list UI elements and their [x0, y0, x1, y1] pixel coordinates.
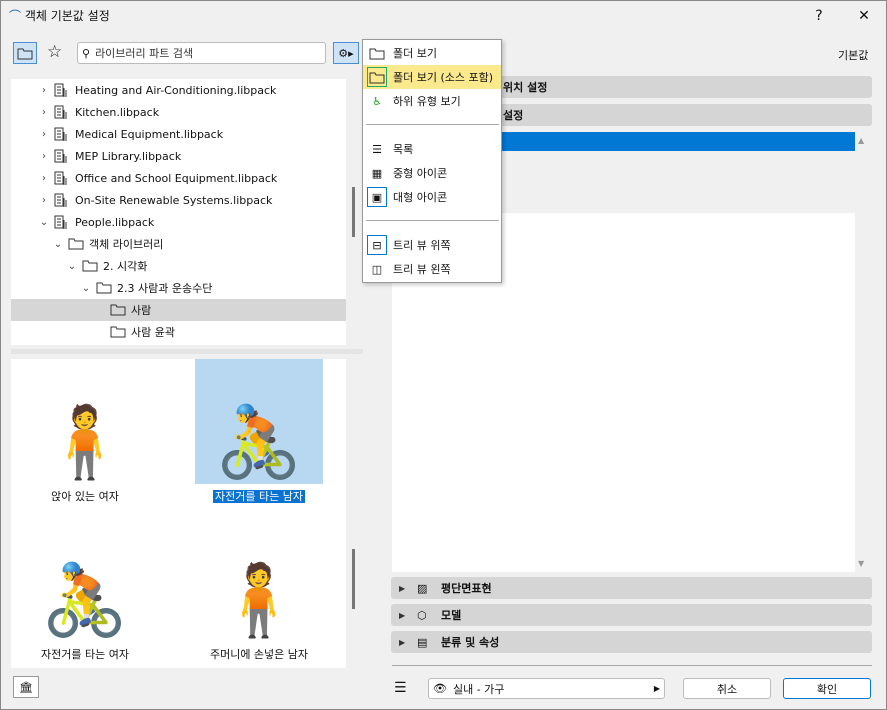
ok-button[interactable]: 확인 [783, 678, 871, 699]
menu-item[interactable]: ▦ 중형 아이콘 [363, 161, 501, 185]
chevron-icon[interactable]: › [37, 85, 51, 96]
tree-scrollbar[interactable] [352, 187, 355, 237]
favorites-star-icon[interactable]: ☆ [47, 42, 62, 62]
medium-icons-icon: ▦ [371, 166, 383, 180]
tree-item[interactable]: 사람 [11, 299, 346, 321]
chevron-icon[interactable]: › [37, 129, 51, 140]
chevron-icon[interactable]: ⌄ [79, 283, 93, 294]
tree-item[interactable]: › Medical Equipment.libpack [11, 123, 346, 145]
library-pack-icon [54, 105, 70, 119]
thumbnail-item[interactable]: 🚴 자전거를 타는 남자 [195, 359, 323, 504]
defaults-label: 기본값 [838, 49, 869, 62]
library-icon: 🏛 [19, 680, 33, 694]
menu-item[interactable]: ☰ 목록 [363, 137, 501, 161]
folder-view-button[interactable] [13, 42, 37, 64]
library-pack-icon [54, 171, 70, 185]
chevron-icon[interactable]: › [37, 107, 51, 118]
help-button[interactable]: ? [799, 1, 839, 31]
app-icon: ⌒ [9, 9, 25, 23]
folder-icon [110, 325, 126, 339]
folder-icon [367, 43, 387, 63]
section-model[interactable]: ▶ ⬡ 모델 [391, 604, 872, 626]
library-pack-icon [54, 83, 70, 97]
section-floor-plan[interactable]: ▶ ▨ 평단면표현 [391, 577, 872, 599]
menu-item[interactable]: ♿ 하위 유형 보기 [363, 89, 501, 113]
list-icon: ☰ [372, 142, 382, 156]
thumbnail-grid: 🧍 앉아 있는 여자 🚴 자전거를 타는 남자 🚴 자전거를 타는 여자 🧍 주머니에 손넣은… [11, 359, 346, 668]
thumbnail-item[interactable]: 🧍 앉아 있는 여자 [21, 359, 149, 504]
tree-top-icon: ⊟ [367, 235, 387, 255]
tree-item[interactable]: ⌄ 객체 라이브러리 [11, 233, 346, 255]
folder-icon [367, 67, 387, 87]
folder-icon [17, 48, 33, 59]
folder-icon [68, 237, 84, 251]
tree-item[interactable]: › On-Site Renewable Systems.libpack [11, 189, 346, 211]
layers-icon: ☰ [394, 680, 407, 696]
menu-separator [366, 124, 499, 125]
chevron-right-icon: ▶ [653, 684, 660, 693]
chevron-icon[interactable]: ⌄ [65, 261, 79, 272]
tree-item[interactable]: › Kitchen.libpack [11, 101, 346, 123]
menu-item[interactable]: 폴더 보기 (소스 포함) [363, 65, 501, 89]
chevron-icon[interactable]: › [37, 195, 51, 206]
person-figure-image: 🧍 [215, 559, 303, 641]
menu-item[interactable]: ⊟ 트리 뷰 위쪽 [363, 233, 501, 257]
document-icon: ▤ [417, 635, 428, 649]
splitter[interactable] [11, 349, 363, 354]
folder-icon [82, 259, 98, 273]
library-tree: › Heating and Air-Conditioning.libpack › Ki… [11, 79, 346, 345]
person-figure-image: 🚴 [195, 359, 323, 484]
search-input[interactable]: ⚲ 라이브러리 파트 검색 [77, 42, 326, 64]
tree-item[interactable]: › Office and School Equipment.libpack [11, 167, 346, 189]
subtype-chair-icon: ♿ [372, 94, 382, 108]
library-pack-icon [54, 127, 70, 141]
divider [392, 665, 872, 666]
person-figure-image: 🚴 [41, 559, 129, 641]
thumbnail-item[interactable]: 🧍 주머니에 손넣은 남자 [195, 517, 323, 662]
thumbnail-item[interactable]: 🚴 자전거를 타는 여자 [21, 517, 149, 662]
menu-item[interactable]: ▣ 대형 아이콘 [363, 185, 501, 209]
layer-select[interactable]: 👁 실내 - 가구 ▶ [428, 678, 665, 699]
view-options-gear-button[interactable]: ⚙▸ [333, 42, 359, 64]
chevron-icon[interactable]: › [37, 151, 51, 162]
eye-icon: 👁 [433, 682, 447, 695]
folder-icon [96, 281, 112, 295]
cube-icon: ⬡ [417, 608, 427, 622]
search-icon: ⚲ [82, 46, 91, 60]
floor-plan-icon: ▨ [417, 581, 428, 595]
tree-left-icon: ◫ [371, 262, 383, 276]
library-pack-icon [54, 193, 70, 207]
scroll-down-arrow[interactable]: ▼ [858, 559, 864, 568]
section-classification[interactable]: ▶ ▤ 분류 및 속성 [391, 631, 872, 653]
menu-separator [366, 220, 499, 221]
tree-item[interactable]: ⌄ 2. 시각화 [11, 255, 346, 277]
library-pack-icon [54, 215, 70, 229]
close-button[interactable]: ✕ [844, 1, 884, 31]
chevron-icon[interactable]: ⌄ [51, 239, 65, 250]
thumbs-scrollbar[interactable] [352, 549, 355, 609]
tree-item[interactable]: 사람 윤곽 [11, 321, 346, 343]
view-options-menu: 폴더 보기 폴더 보기 (소스 포함) ♿ 하위 유형 보기 ☰ 목록 ▦ 중형 아이콘 ▣ 대형… [362, 39, 502, 283]
tree-item[interactable]: › Heating and Air-Conditioning.libpack [11, 79, 346, 101]
window-title: ⌒ 객체 기본값 설정 [9, 9, 110, 23]
folder-icon [110, 303, 126, 317]
menu-item[interactable]: ◫ 트리 뷰 왼쪽 [363, 257, 501, 281]
library-manager-button[interactable]: 🏛 [13, 676, 39, 698]
menu-item[interactable]: 폴더 보기 [363, 41, 501, 65]
tree-item[interactable]: ⌄ 2.3 사람과 운송수단 [11, 277, 346, 299]
library-pack-icon [54, 149, 70, 163]
tree-item[interactable]: ⌄ People.libpack [11, 211, 346, 233]
scroll-up-arrow[interactable]: ▲ [858, 136, 864, 145]
cancel-button[interactable]: 취소 [683, 678, 771, 699]
tree-item[interactable]: › MEP Library.libpack [11, 145, 346, 167]
chevron-icon[interactable]: ⌄ [37, 217, 51, 228]
gear-icon: ⚙▸ [338, 46, 354, 60]
chevron-icon[interactable]: › [37, 173, 51, 184]
large-icons-icon: ▣ [367, 187, 387, 207]
person-figure-image: 🧍 [41, 401, 129, 483]
